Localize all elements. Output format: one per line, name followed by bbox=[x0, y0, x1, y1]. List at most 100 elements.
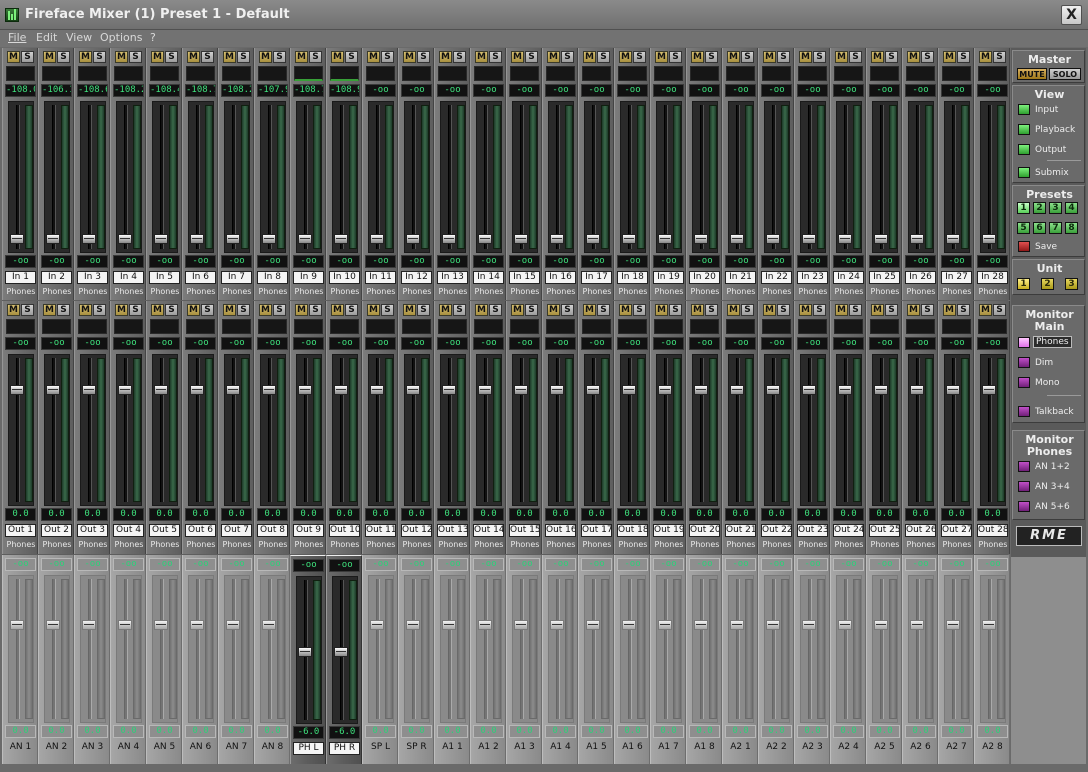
pan-display[interactable] bbox=[6, 319, 35, 334]
fader-knob[interactable] bbox=[550, 385, 564, 395]
fader-track[interactable] bbox=[44, 354, 70, 506]
preset-3-button[interactable]: 3 bbox=[1049, 202, 1062, 214]
fader-track[interactable] bbox=[872, 354, 898, 506]
mute-button[interactable]: M bbox=[691, 51, 704, 63]
fader-track[interactable] bbox=[512, 354, 538, 506]
fader-knob[interactable] bbox=[982, 234, 996, 244]
fader-knob[interactable] bbox=[154, 234, 168, 244]
channel-name-label[interactable]: Out 11 bbox=[365, 524, 396, 537]
solo-button[interactable]: S bbox=[201, 304, 214, 316]
mute-button[interactable]: M bbox=[799, 51, 812, 63]
fader-track[interactable] bbox=[296, 576, 322, 724]
fader-knob[interactable] bbox=[406, 620, 420, 630]
solo-button[interactable]: S bbox=[669, 304, 682, 316]
solo-button[interactable]: S bbox=[93, 51, 106, 63]
view-playback-label[interactable]: Playback bbox=[1035, 125, 1075, 135]
fader-knob[interactable] bbox=[406, 385, 420, 395]
channel-name-label[interactable]: SP L bbox=[365, 741, 396, 754]
fader-track[interactable] bbox=[944, 354, 970, 506]
fader-track[interactable] bbox=[944, 575, 970, 723]
preset-8-button[interactable]: 8 bbox=[1065, 222, 1078, 234]
pan-display[interactable] bbox=[834, 319, 863, 334]
fader-track[interactable] bbox=[692, 354, 718, 506]
mute-button[interactable]: M bbox=[835, 304, 848, 316]
pan-display[interactable] bbox=[582, 319, 611, 334]
fader-knob[interactable] bbox=[118, 620, 132, 630]
channel-name-label[interactable]: A1 5 bbox=[581, 741, 612, 754]
fader-track[interactable] bbox=[440, 575, 466, 723]
channel-name-label[interactable]: Out 24 bbox=[833, 524, 864, 537]
preset-1-button[interactable]: 1 bbox=[1017, 202, 1030, 214]
channel-name-label[interactable]: In 6 bbox=[185, 271, 216, 284]
channel-name-label[interactable]: A1 2 bbox=[473, 741, 504, 754]
fader-knob[interactable] bbox=[694, 620, 708, 630]
fader-knob[interactable] bbox=[910, 234, 924, 244]
channel-name-label[interactable]: Out 28 bbox=[977, 524, 1008, 537]
fader-track[interactable] bbox=[548, 575, 574, 723]
monitor-mono-led[interactable] bbox=[1018, 377, 1030, 388]
fader-track[interactable] bbox=[296, 354, 322, 506]
channel-name-label[interactable]: In 21 bbox=[725, 271, 756, 284]
channel-name-label[interactable]: PH L bbox=[293, 742, 324, 755]
solo-button[interactable]: S bbox=[921, 304, 934, 316]
route-target-label[interactable]: Phones bbox=[724, 286, 758, 297]
solo-button[interactable]: S bbox=[129, 304, 142, 316]
pan-display[interactable] bbox=[258, 319, 287, 334]
channel-name-label[interactable]: Out 14 bbox=[473, 524, 504, 537]
pan-display[interactable] bbox=[78, 66, 107, 81]
route-target-label[interactable]: Phones bbox=[868, 539, 902, 550]
route-target-label[interactable]: Phones bbox=[4, 539, 38, 550]
mute-button[interactable]: M bbox=[7, 304, 20, 316]
solo-button[interactable]: S bbox=[597, 51, 610, 63]
route-target-label[interactable]: Phones bbox=[940, 286, 974, 297]
channel-name-label[interactable]: In 4 bbox=[113, 271, 144, 284]
solo-button[interactable]: S bbox=[93, 304, 106, 316]
channel-name-label[interactable]: Out 2 bbox=[41, 524, 72, 537]
fader-track[interactable] bbox=[980, 354, 1006, 506]
fader-track[interactable] bbox=[224, 354, 250, 506]
channel-name-label[interactable]: AN 8 bbox=[257, 741, 288, 754]
solo-button[interactable]: S bbox=[273, 304, 286, 316]
solo-button[interactable]: S bbox=[957, 304, 970, 316]
route-target-label[interactable]: Phones bbox=[688, 286, 722, 297]
pan-display[interactable] bbox=[438, 319, 467, 334]
fader-knob[interactable] bbox=[982, 385, 996, 395]
route-target-label[interactable]: Phones bbox=[832, 286, 866, 297]
channel-name-label[interactable]: In 23 bbox=[797, 271, 828, 284]
solo-button[interactable]: S bbox=[705, 304, 718, 316]
fader-knob[interactable] bbox=[730, 620, 744, 630]
fader-track[interactable] bbox=[296, 101, 322, 253]
fader-track[interactable] bbox=[476, 575, 502, 723]
channel-name-label[interactable]: In 18 bbox=[617, 271, 648, 284]
channel-name-label[interactable]: AN 1 bbox=[5, 741, 36, 754]
fader-knob[interactable] bbox=[586, 234, 600, 244]
fader-knob[interactable] bbox=[586, 385, 600, 395]
pan-display[interactable] bbox=[870, 66, 899, 81]
mute-button[interactable]: M bbox=[403, 51, 416, 63]
fader-track[interactable] bbox=[116, 354, 142, 506]
channel-name-label[interactable]: In 19 bbox=[653, 271, 684, 284]
fader-track[interactable] bbox=[656, 101, 682, 253]
phones-an34-led[interactable] bbox=[1018, 481, 1030, 492]
mute-button[interactable]: M bbox=[331, 51, 344, 63]
fader-knob[interactable] bbox=[622, 234, 636, 244]
route-target-label[interactable]: Phones bbox=[976, 286, 1010, 297]
mute-button[interactable]: M bbox=[835, 51, 848, 63]
channel-name-label[interactable]: A2 3 bbox=[797, 741, 828, 754]
route-target-label[interactable]: Phones bbox=[832, 539, 866, 550]
fader-knob[interactable] bbox=[334, 647, 348, 657]
fader-knob[interactable] bbox=[910, 385, 924, 395]
channel-name-label[interactable]: Out 6 bbox=[185, 524, 216, 537]
mute-button[interactable]: M bbox=[547, 304, 560, 316]
solo-button[interactable]: S bbox=[741, 304, 754, 316]
solo-button[interactable]: S bbox=[453, 51, 466, 63]
fader-track[interactable] bbox=[260, 101, 286, 253]
fader-track[interactable] bbox=[188, 575, 214, 723]
pan-display[interactable] bbox=[762, 66, 791, 81]
menu-options[interactable]: Options bbox=[100, 31, 142, 44]
fader-knob[interactable] bbox=[874, 385, 888, 395]
pan-display[interactable] bbox=[726, 319, 755, 334]
fader-knob[interactable] bbox=[658, 234, 672, 244]
pan-display[interactable] bbox=[582, 66, 611, 81]
fader-track[interactable] bbox=[404, 354, 430, 506]
